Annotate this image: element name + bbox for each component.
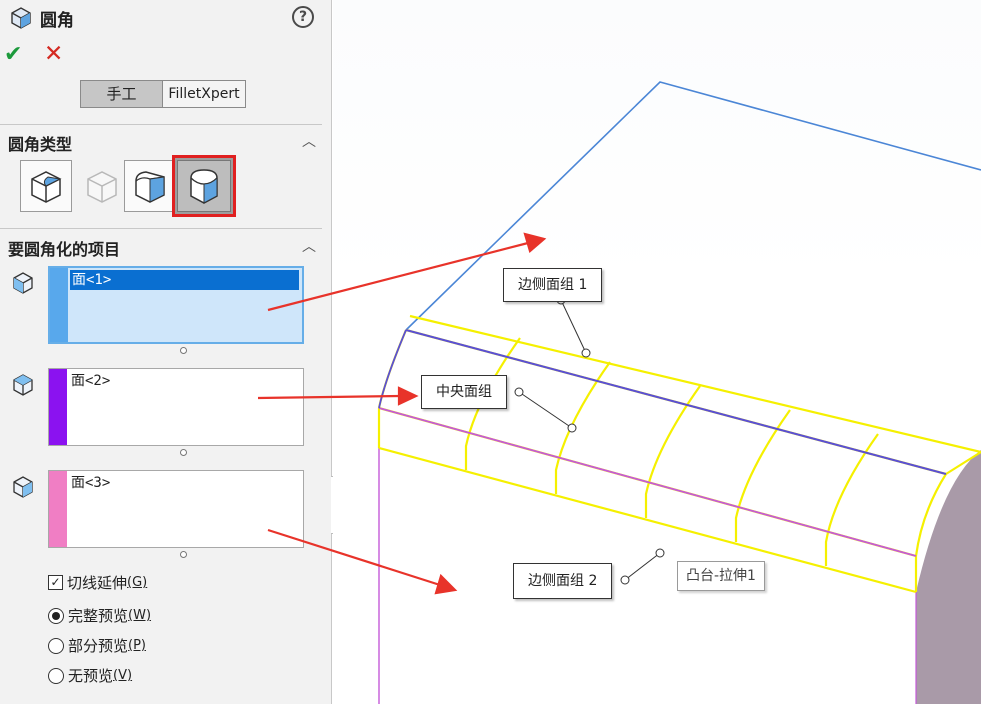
top-face-edge	[405, 81, 981, 331]
arrow-head-icon	[523, 232, 547, 253]
feature-name-tag[interactable]: 凸台-拉伸1	[677, 561, 765, 591]
side-face-set-1-callout[interactable]: 边侧面组 1	[503, 268, 603, 302]
model-scene	[257, 81, 981, 704]
callout-leaders	[514, 295, 665, 585]
side-face-set-2-callout[interactable]: 边侧面组 2	[513, 563, 613, 599]
right-side-face	[916, 450, 981, 704]
arrow-head-icon	[397, 386, 419, 406]
center-face-set-callout[interactable]: 中央面组	[421, 375, 507, 409]
side-tangent-edge	[378, 407, 917, 557]
arrow-head-icon	[434, 573, 458, 595]
fillet-preview-mesh	[377, 314, 981, 594]
